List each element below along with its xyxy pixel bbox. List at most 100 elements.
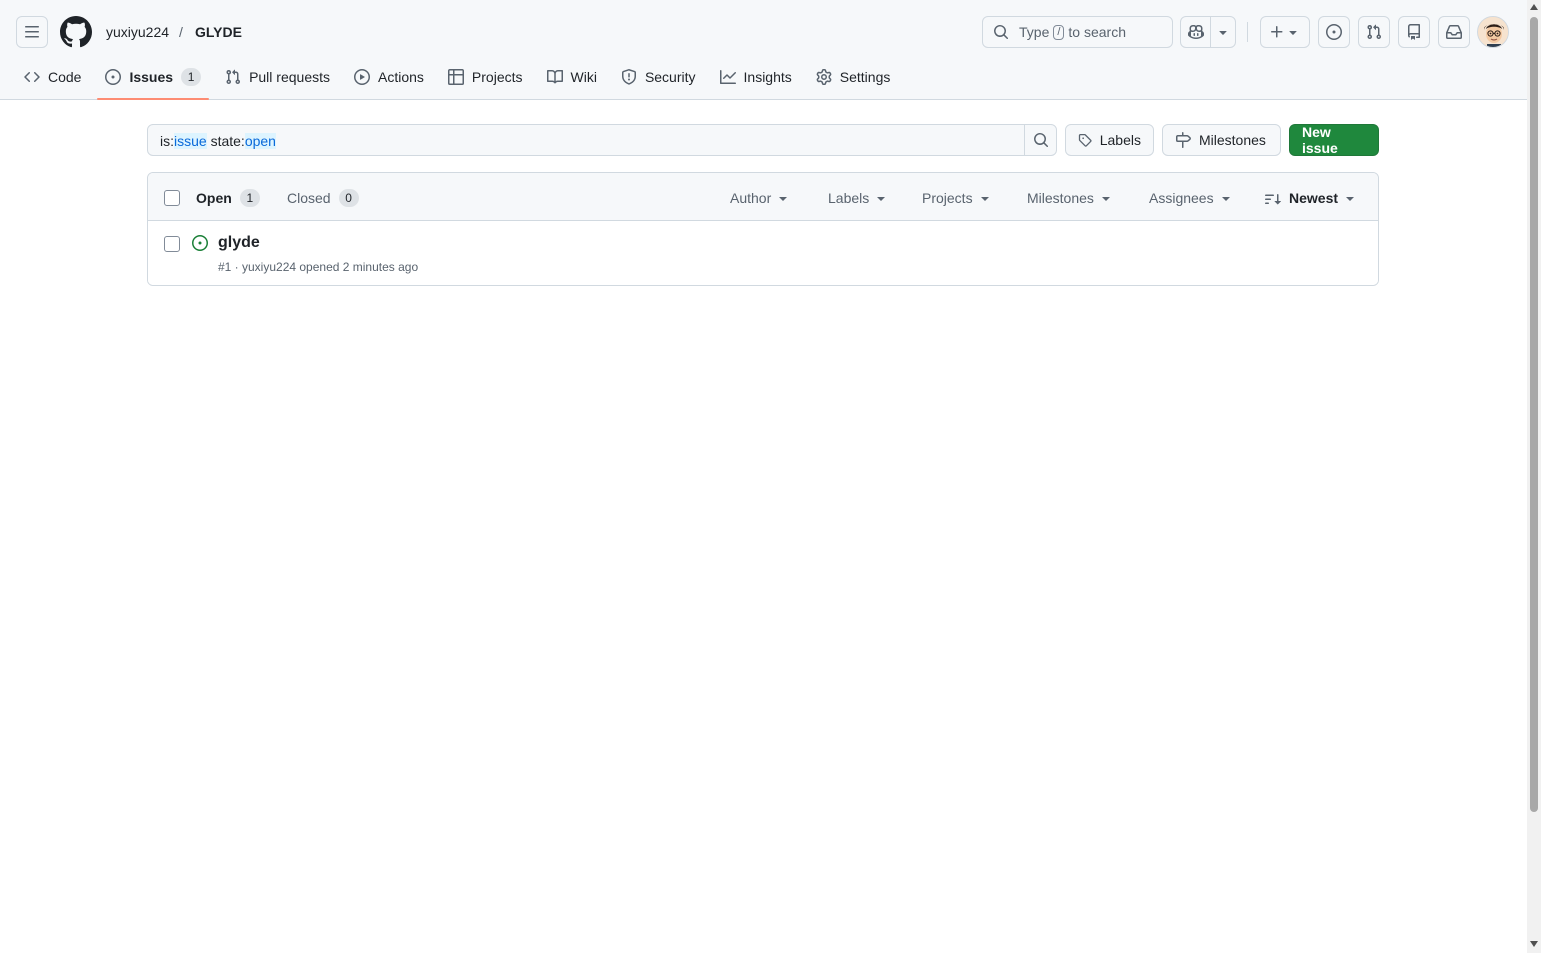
- hamburger-menu-button[interactable]: [16, 16, 48, 48]
- git-pull-request-icon: [226, 69, 241, 85]
- tab-label: Pull requests: [249, 69, 330, 85]
- issue-opened-icon: [105, 69, 122, 85]
- search-shortcut-key: /: [1053, 24, 1065, 40]
- table-icon: [447, 69, 464, 85]
- tag-icon: [1078, 133, 1092, 147]
- graph-icon: [719, 70, 736, 84]
- select-all-checkbox[interactable]: [164, 190, 180, 206]
- tab-code[interactable]: Code: [16, 62, 89, 92]
- breadcrumb-owner[interactable]: yuxiyu224: [106, 23, 169, 41]
- sort-menu[interactable]: Newest: [1265, 190, 1355, 207]
- milestones-button-label: Milestones: [1199, 132, 1266, 148]
- book-icon: [546, 69, 563, 84]
- issue-meta: #1 · yuxiyu224 opened 2 minutes ago: [218, 260, 419, 274]
- triangle-down-icon: [1219, 31, 1227, 35]
- git-pull-request-icon: [1367, 24, 1382, 40]
- scrollbar-thumb[interactable]: [1530, 17, 1538, 812]
- page-scrollbar[interactable]: [1527, 0, 1541, 953]
- tab-actions[interactable]: Actions: [346, 62, 432, 92]
- closed-label: Closed: [287, 189, 331, 206]
- copilot-dropdown-button[interactable]: [1211, 17, 1235, 47]
- scroll-up-arrow-icon[interactable]: [1530, 4, 1538, 10]
- play-icon: [354, 69, 370, 85]
- closed-issues-toggle[interactable]: Closed 0: [287, 189, 359, 207]
- your-pull-requests-button[interactable]: [1358, 16, 1390, 48]
- closed-count-badge: 0: [338, 189, 359, 207]
- tab-label: Settings: [839, 69, 891, 85]
- issues-list-header: Open 1 Closed 0 Author Labels Projects M…: [148, 173, 1378, 221]
- labels-filter-menu[interactable]: Labels: [828, 190, 886, 207]
- labels-button[interactable]: Labels: [1065, 124, 1154, 156]
- open-issues-toggle[interactable]: Open 1: [196, 189, 260, 207]
- tab-pull-requests[interactable]: Pull requests: [217, 62, 338, 92]
- repositories-button[interactable]: [1398, 16, 1430, 48]
- search-placeholder-pre: Type: [1019, 24, 1050, 40]
- breadcrumb-separator: /: [179, 24, 183, 40]
- open-count-badge: 1: [239, 189, 260, 207]
- issue-opened-icon: [192, 235, 208, 251]
- gear-icon: [816, 69, 832, 85]
- issues-filter-input[interactable]: is:issue state:open: [147, 124, 1057, 156]
- milestones-button[interactable]: Milestones: [1162, 124, 1281, 156]
- caret-down-icon: [779, 196, 788, 201]
- caret-down-icon: [1221, 196, 1230, 201]
- github-logo[interactable]: [60, 16, 92, 48]
- breadcrumb-repo[interactable]: GLYDE: [195, 23, 242, 41]
- tab-insights[interactable]: Insights: [712, 62, 800, 92]
- sort-desc-icon: [1265, 193, 1281, 205]
- tab-projects[interactable]: Projects: [440, 62, 531, 92]
- filter-search-button[interactable]: [1024, 125, 1056, 155]
- issues-count-badge: 1: [181, 68, 202, 86]
- search-icon: [1033, 133, 1048, 148]
- filter-value-open: open: [244, 133, 276, 149]
- issue-title-link[interactable]: glyde: [218, 233, 260, 253]
- hamburger-icon: [25, 26, 39, 38]
- projects-filter-menu[interactable]: Projects: [922, 190, 989, 207]
- code-icon: [24, 71, 40, 83]
- tab-label: Insights: [743, 69, 792, 85]
- sort-menu-label: Newest: [1289, 190, 1339, 206]
- repo-icon: [1408, 24, 1420, 40]
- filter-menu-label: Milestones: [1027, 190, 1094, 206]
- global-search-input[interactable]: Type / to search: [982, 16, 1173, 48]
- caret-down-icon: [1346, 196, 1355, 201]
- header-separator: [1247, 22, 1248, 42]
- copilot-button[interactable]: [1181, 17, 1210, 47]
- create-new-button[interactable]: [1260, 16, 1310, 48]
- search-icon: [994, 25, 1009, 40]
- notifications-button[interactable]: [1438, 16, 1470, 48]
- issue-row[interactable]: glyde #1 · yuxiyu224 opened 2 minutes ag…: [148, 221, 1378, 285]
- milestones-filter-menu[interactable]: Milestones: [1027, 190, 1110, 207]
- tab-wiki[interactable]: Wiki: [539, 62, 605, 92]
- user-avatar[interactable]: [1477, 16, 1509, 48]
- scroll-down-arrow-icon[interactable]: [1530, 941, 1538, 947]
- issues-list: Open 1 Closed 0 Author Labels Projects M…: [147, 172, 1379, 286]
- filter-query: is:issue state:open: [160, 133, 276, 150]
- assignees-filter-menu[interactable]: Assignees: [1149, 190, 1230, 207]
- open-label: Open: [196, 189, 232, 206]
- search-placeholder-post: to search: [1068, 24, 1127, 40]
- milestone-icon: [1176, 132, 1191, 148]
- labels-button-label: Labels: [1099, 132, 1141, 148]
- tab-issues[interactable]: Issues 1: [97, 62, 209, 100]
- filter-qualifier-is: is:: [160, 133, 174, 149]
- new-issue-button-label: New issue: [1302, 124, 1338, 156]
- repo-nav-tabs: Code Issues 1 Pull requests Actions Proj…: [16, 62, 906, 100]
- tab-settings[interactable]: Settings: [808, 62, 899, 92]
- new-issue-button[interactable]: New issue: [1289, 124, 1379, 156]
- author-filter-menu[interactable]: Author: [730, 190, 788, 207]
- filter-qualifier-state: state:: [206, 133, 245, 149]
- issue-checkbox[interactable]: [164, 236, 180, 252]
- filter-value-issue: issue: [174, 133, 207, 149]
- tab-label: Code: [48, 69, 82, 85]
- plus-icon: [1271, 26, 1283, 38]
- issue-opened-icon: [1326, 24, 1342, 40]
- tab-security[interactable]: Security: [613, 62, 704, 92]
- your-issues-button[interactable]: [1318, 16, 1350, 48]
- copilot-icon: [1187, 24, 1204, 40]
- tab-label: Actions: [378, 69, 424, 85]
- copilot-split-button: [1180, 16, 1236, 48]
- inbox-icon: [1446, 25, 1462, 39]
- filter-menu-label: Author: [730, 190, 772, 206]
- app-header: yuxiyu224 / GLYDE Type / to search Code …: [0, 0, 1527, 100]
